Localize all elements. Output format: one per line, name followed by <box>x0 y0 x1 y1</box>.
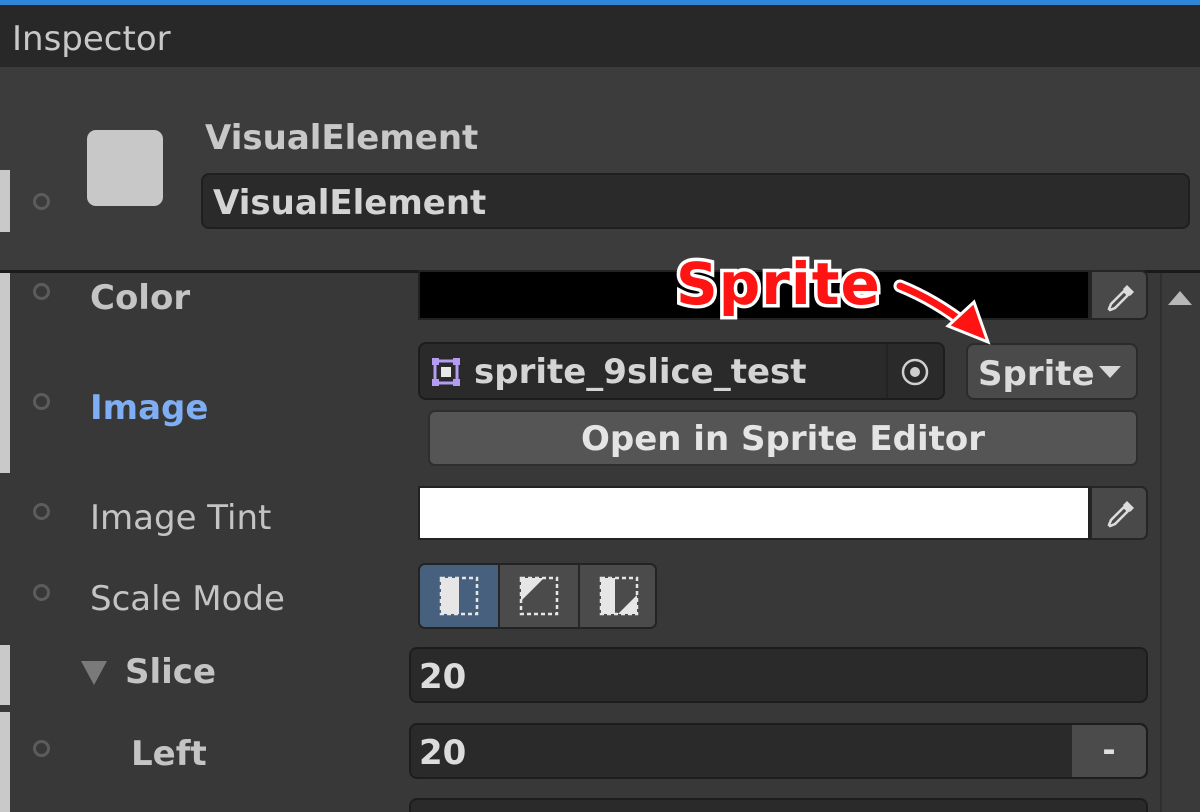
foldout-expanded-icon[interactable] <box>80 660 108 686</box>
override-indicator-bar <box>0 712 10 812</box>
override-dot[interactable] <box>33 393 50 410</box>
image-label: Image <box>90 388 209 428</box>
scale-mode-fit-button[interactable] <box>578 565 655 627</box>
slice-field[interactable]: 20 <box>409 647 1148 703</box>
override-indicator-bar <box>0 170 10 232</box>
annotation-callout-text: Sprite <box>673 247 884 322</box>
scroll-up-arrow-icon[interactable] <box>1167 290 1193 306</box>
scale-and-crop-icon <box>519 576 559 616</box>
image-tint-field[interactable] <box>418 486 1090 540</box>
image-tint-label: Image Tint <box>90 498 272 538</box>
object-field-separator <box>886 344 888 398</box>
object-picker-target-icon[interactable] <box>900 357 930 387</box>
element-name-value: VisualElement <box>213 183 487 223</box>
image-type-dropdown[interactable]: Sprite <box>966 343 1138 400</box>
scrollbar-track[interactable] <box>1160 273 1200 812</box>
image-type-value: Sprite <box>978 354 1095 394</box>
image-object-field[interactable]: sprite_9slice_test <box>418 342 945 400</box>
annotation-arrow-icon <box>893 279 991 345</box>
slice-value: 20 <box>419 657 467 697</box>
override-dot[interactable] <box>33 503 50 520</box>
scale-to-fit-icon <box>599 576 639 616</box>
minus-label: - <box>1102 731 1116 769</box>
slice-left-label: Left <box>131 734 207 774</box>
override-indicator-bar <box>0 645 10 705</box>
next-field[interactable] <box>409 798 1148 812</box>
override-dot[interactable] <box>33 584 50 601</box>
eyedropper-icon <box>1107 285 1134 312</box>
element-type-label: VisualElement <box>205 118 479 158</box>
tint-picker-button[interactable] <box>1090 486 1148 540</box>
scale-mode-crop-button[interactable] <box>498 565 576 627</box>
scale-mode-toggle-group <box>418 563 657 629</box>
override-indicator-bar <box>0 273 10 473</box>
open-in-sprite-editor-label: Open in Sprite Editor <box>580 419 986 459</box>
image-asset-name: sprite_9slice_test <box>474 352 807 392</box>
color-picker-button[interactable] <box>1090 270 1148 320</box>
scale-mode-stretch-button[interactable] <box>420 565 498 627</box>
override-dot[interactable] <box>33 740 50 757</box>
element-header <box>0 67 1200 272</box>
chevron-down-icon <box>1099 366 1121 378</box>
open-in-sprite-editor-button[interactable]: Open in Sprite Editor <box>428 410 1138 466</box>
color-label: Color <box>90 278 191 318</box>
slice-left-field[interactable]: 20 - <box>409 723 1148 779</box>
slice-left-decrement-button[interactable]: - <box>1072 725 1146 777</box>
stretch-to-fill-icon <box>439 576 479 616</box>
override-dot[interactable] <box>33 283 50 300</box>
override-dot[interactable] <box>33 193 50 210</box>
inspector-tab-bar: Inspector <box>0 5 1200 67</box>
element-icon <box>87 130 163 206</box>
element-name-field[interactable]: VisualElement <box>201 173 1190 229</box>
eyedropper-icon <box>1107 501 1134 528</box>
slice-label: Slice <box>125 652 217 692</box>
slice-left-value: 20 <box>419 733 467 773</box>
scale-mode-label: Scale Mode <box>90 579 285 619</box>
sprite-asset-icon <box>432 358 460 386</box>
tab-inspector[interactable]: Inspector <box>12 19 171 59</box>
